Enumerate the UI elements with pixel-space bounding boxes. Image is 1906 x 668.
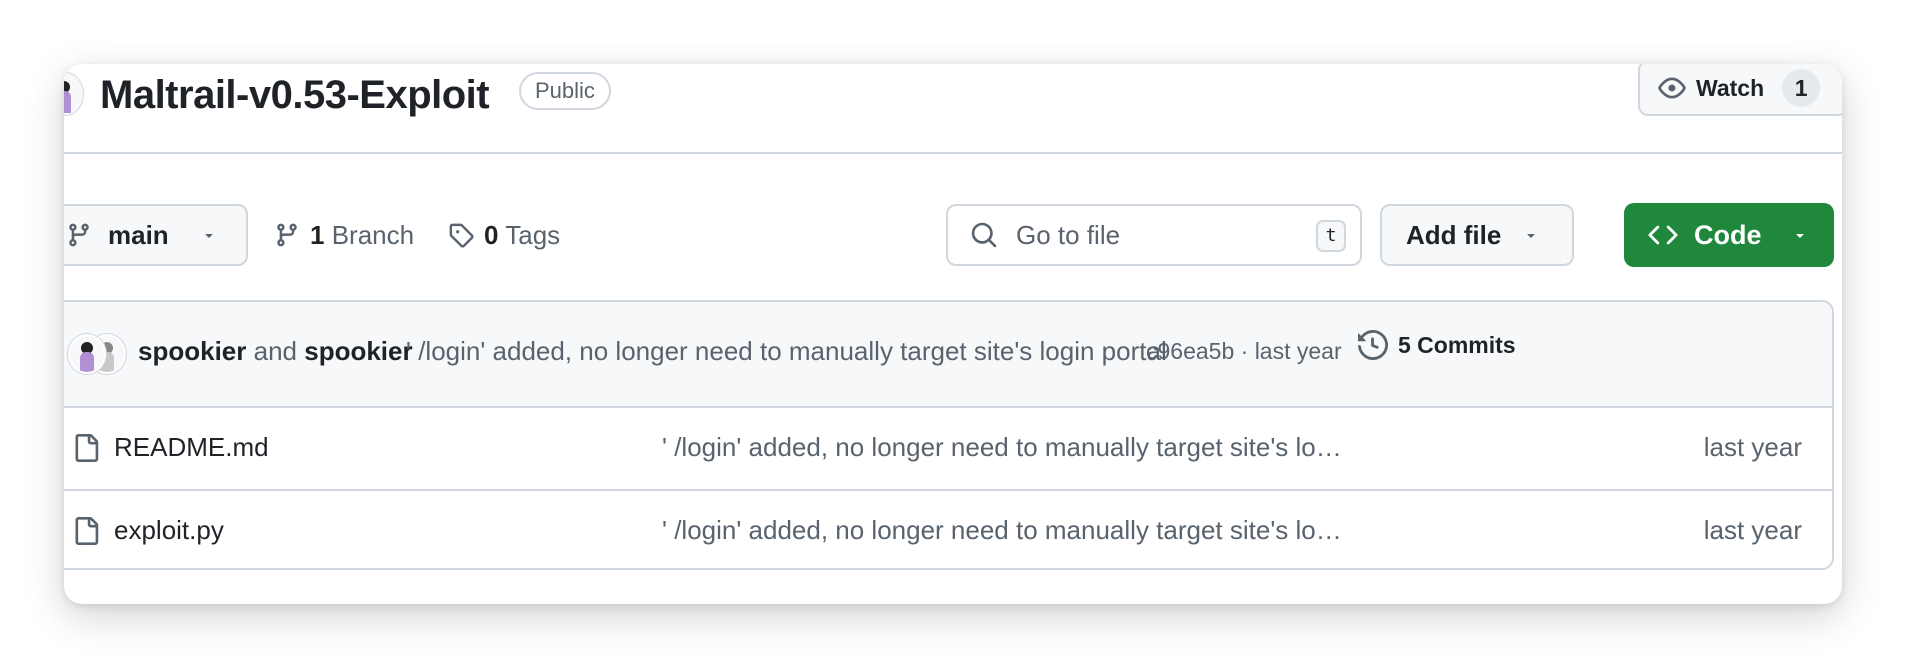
go-to-file-search[interactable]: t: [946, 204, 1362, 266]
file-commit-date: last year: [1703, 515, 1802, 545]
code-label: Code: [1694, 219, 1762, 250]
tag-count: 0: [484, 219, 499, 250]
commit-author-link[interactable]: spookier: [304, 336, 412, 366]
watch-button[interactable]: Watch 1: [1638, 64, 1842, 116]
git-branch-icon: [274, 222, 300, 248]
code-button[interactable]: Code: [1624, 203, 1834, 267]
file-commit-message-link[interactable]: ' /login' added, no longer need to manua…: [662, 515, 1342, 546]
file-row: README.md ' /login' added, no longer nee…: [64, 408, 1832, 489]
go-to-file-input[interactable]: [1014, 218, 1318, 252]
repo-title[interactable]: Maltrail-v0.53-Exploit: [100, 70, 490, 120]
latest-commit-row: spookier and spookier ' /login' added, n…: [64, 302, 1832, 408]
branches-link[interactable]: 1 Branch: [274, 212, 414, 258]
branch-count-label: Branch: [331, 219, 415, 250]
commit-authors: spookier and spookier: [138, 336, 413, 367]
file-name-link[interactable]: exploit.py: [114, 515, 224, 546]
commits-history-link[interactable]: 5 Commits: [1358, 330, 1516, 360]
chevron-down-icon: [201, 227, 217, 243]
commits-count-label: 5 Commits: [1398, 331, 1516, 358]
file-icon: [72, 432, 100, 464]
search-icon: [970, 221, 998, 249]
visibility-badge: Public: [519, 72, 611, 110]
file-icon: [72, 515, 100, 547]
tag-count-label: Tags: [505, 219, 561, 250]
file-commit-date: last year: [1703, 432, 1802, 462]
commit-authors-and: and: [253, 336, 297, 366]
watch-count: 1: [1782, 69, 1821, 107]
commit-sha-time[interactable]: c96ea5b · last year: [1146, 338, 1342, 365]
branch-name: main: [108, 219, 169, 250]
branch-select-button[interactable]: main: [64, 204, 248, 266]
commit-author-link[interactable]: spookier: [138, 336, 246, 366]
code-icon: [1648, 220, 1678, 250]
add-file-button[interactable]: Add file: [1380, 204, 1574, 266]
keyboard-shortcut-hint: t: [1316, 220, 1346, 252]
commit-message-link[interactable]: ' /login' added, no longer need to manua…: [406, 336, 1167, 367]
branch-count: 1: [310, 219, 325, 250]
header-divider: [64, 152, 1842, 154]
tags-link[interactable]: 0 Tags: [448, 212, 560, 258]
chevron-down-icon: [1792, 227, 1808, 243]
repo-window: Maltrail-v0.53-Exploit Public Watch 1 ma…: [64, 64, 1842, 604]
file-row: exploit.py ' /login' added, no longer ne…: [64, 489, 1832, 568]
history-icon: [1358, 330, 1388, 360]
avatar: [68, 334, 106, 374]
file-commit-message-link[interactable]: ' /login' added, no longer need to manua…: [662, 432, 1342, 463]
owner-avatar[interactable]: [64, 72, 84, 116]
eye-icon: [1658, 74, 1686, 102]
file-table: spookier and spookier ' /login' added, n…: [64, 300, 1834, 570]
watch-label: Watch: [1696, 74, 1765, 101]
file-name-link[interactable]: README.md: [114, 432, 269, 463]
chevron-down-icon: [1523, 227, 1539, 243]
add-file-label: Add file: [1406, 219, 1502, 250]
git-branch-icon: [66, 222, 92, 248]
commit-author-avatars[interactable]: [68, 334, 128, 376]
tag-icon: [448, 222, 474, 248]
